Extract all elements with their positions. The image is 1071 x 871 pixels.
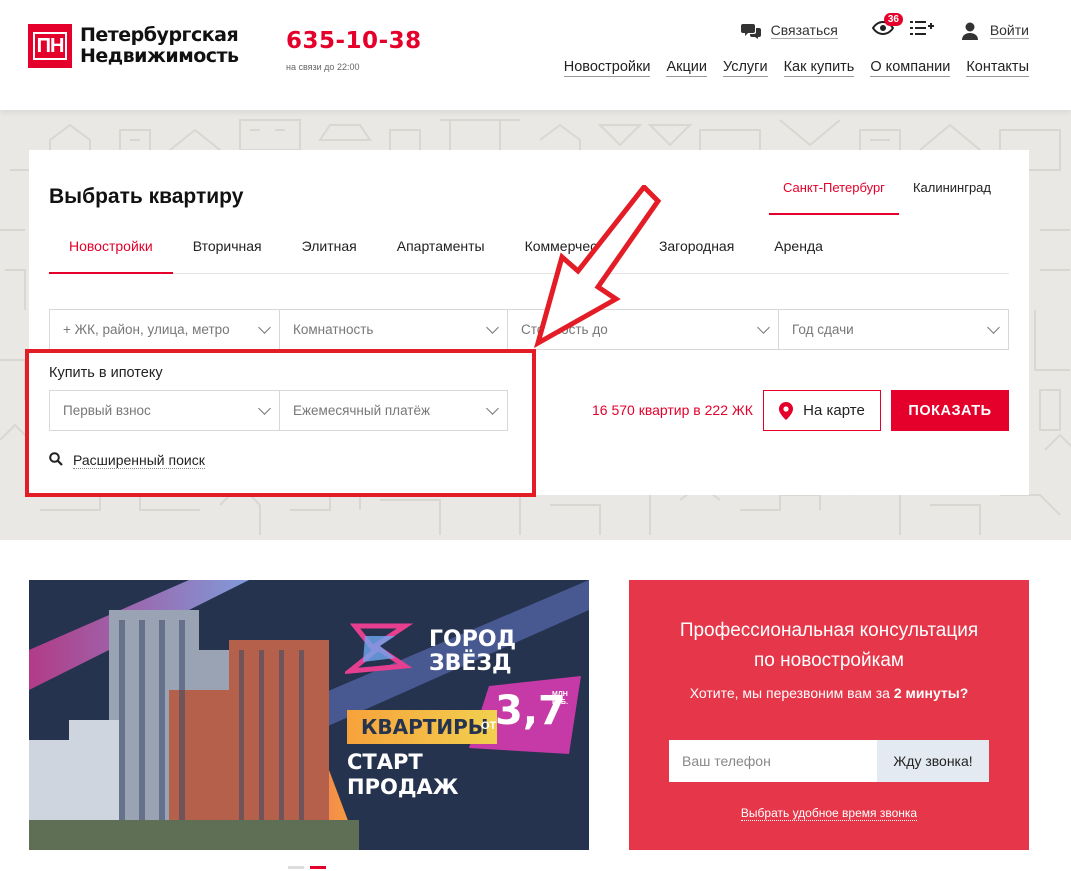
main-nav: Новостройки Акции Услуги Как купить О ко… [563, 59, 1029, 77]
promo-banner[interactable]: ГОРОД ЗВЁЗД КВАРТИРЫ ОТ 3,7 МЛН РУБ. СТА… [29, 580, 589, 850]
tab-rent[interactable]: Аренда [754, 238, 843, 274]
location-placeholder: + ЖК, район, улица, метро [63, 322, 230, 337]
callback-button[interactable]: Жду звонка! [877, 740, 989, 782]
site-logo[interactable]: ПН Петербургская Недвижимость [28, 24, 239, 68]
choose-time-link[interactable]: Выбрать удобное время звонка [629, 806, 1029, 821]
nav-item-how-to-buy[interactable]: Как купить [783, 59, 855, 77]
tab-elite[interactable]: Элитная [282, 238, 377, 274]
viewed-button[interactable]: 36 [871, 13, 903, 41]
chevron-down-icon [757, 321, 770, 334]
consultation-subtitle: Хотите, мы перезвоним вам за 2 минуты? [689, 685, 969, 701]
flats-label: КВАРТИРЫ [347, 710, 497, 744]
chevron-down-icon [486, 321, 499, 334]
banner-brand: ГОРОД ЗВЁЗД [429, 627, 517, 676]
rooms-select[interactable]: Комнатность [280, 310, 508, 349]
contact-label: Связаться [770, 22, 838, 39]
logo-text: Петербургская Недвижимость [80, 24, 239, 67]
nav-item-newbuilds[interactable]: Новостройки [563, 59, 651, 77]
nav-item-about[interactable]: О компании [870, 59, 951, 77]
city-tab-spb[interactable]: Санкт-Петербург [768, 180, 899, 215]
map-button-label: На карте [803, 402, 865, 419]
chevron-down-icon [258, 321, 271, 334]
pagination-dot[interactable] [288, 866, 304, 869]
annotation-arrow-icon [533, 185, 662, 349]
phone-input[interactable] [669, 740, 877, 782]
star-logo-icon [345, 623, 414, 674]
search-title: Выбрать квартиру [49, 185, 244, 208]
result-count[interactable]: 16 570 квартир в 222 ЖК [592, 402, 753, 418]
viewed-count-badge: 36 [883, 13, 903, 26]
city-tabs: Санкт-Петербург Калининград [768, 180, 1005, 215]
header-phone[interactable]: 635-10-38 [286, 28, 422, 54]
location-select[interactable]: + ЖК, район, улица, метро [50, 310, 280, 349]
nav-item-contacts[interactable]: Контакты [966, 59, 1029, 77]
callback-form: Жду звонка! [669, 740, 989, 782]
rooms-placeholder: Комнатность [293, 322, 374, 337]
contact-link[interactable]: Связаться [740, 21, 838, 41]
map-button[interactable]: На карте [763, 390, 881, 431]
tab-newbuilds[interactable]: Новостройки [49, 238, 173, 274]
annotation-highlight-box [25, 349, 536, 497]
chevron-down-icon [987, 321, 1000, 334]
map-pin-icon [779, 401, 794, 420]
site-header: ПН Петербургская Недвижимость 635-10-38 … [0, 0, 1071, 110]
list-add-icon [909, 21, 934, 40]
consultation-box: Профессиональная консультация по новостр… [629, 580, 1029, 850]
price-prefix: ОТ [481, 720, 497, 732]
nav-item-services[interactable]: Услуги [722, 59, 768, 77]
start-sales-label: СТАРТ ПРОДАЖ [347, 750, 459, 799]
banner-pagination [288, 866, 326, 869]
show-results-button[interactable]: ПОКАЗАТЬ [891, 390, 1009, 431]
completion-year-placeholder: Год сдачи [792, 322, 854, 337]
user-icon [960, 21, 980, 41]
price-unit: МЛН РУБ. [552, 691, 568, 706]
login-link[interactable]: Войти [960, 21, 1029, 41]
logo-mark: ПН [28, 24, 72, 68]
consultation-title: Профессиональная консультация по новостр… [679, 620, 979, 671]
nav-item-promos[interactable]: Акции [666, 59, 707, 77]
pagination-dot-active[interactable] [310, 866, 326, 869]
tab-secondary[interactable]: Вторичная [173, 238, 282, 274]
tab-apartments[interactable]: Апартаменты [377, 238, 505, 274]
completion-year-select[interactable]: Год сдачи [779, 310, 1008, 349]
login-label: Войти [989, 22, 1029, 39]
compare-list-button[interactable] [909, 20, 934, 41]
city-tab-kaliningrad[interactable]: Калининград [899, 180, 1005, 215]
header-top-links: Связаться 36 Войти [740, 13, 1029, 41]
chat-icon [740, 21, 761, 41]
phone-hours: на связи до 22:00 [286, 62, 360, 72]
